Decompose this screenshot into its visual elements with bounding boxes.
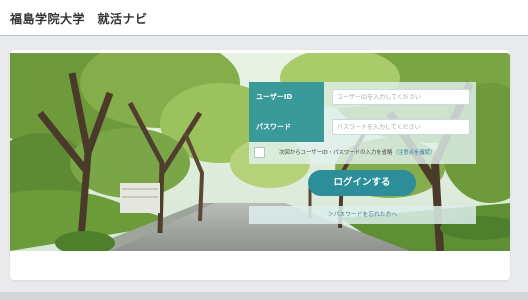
userid-label: ユーザーID: [249, 82, 324, 112]
footer-strip: [0, 292, 528, 300]
userid-row: ユーザーID: [249, 82, 476, 112]
remember-label: 次回からユーザーID・パスワードの入力を省略（注意点を確認）: [279, 148, 436, 156]
forgot-password-link[interactable]: ＞パスワードを忘れた方へ: [249, 206, 476, 224]
password-input[interactable]: [332, 119, 470, 135]
remember-row: 次回からユーザーID・パスワードの入力を省略（注意点を確認）: [249, 142, 476, 164]
remember-notes-link[interactable]: （注意点を確認）: [392, 150, 435, 156]
password-label: パスワード: [249, 112, 324, 142]
password-row: パスワード: [249, 112, 476, 142]
login-form: ユーザーID パスワード 次回からユーザーID・パスワードの入力を省略（注意点を…: [249, 82, 476, 227]
app-header: 福島学院大学 就活ナビ: [0, 0, 528, 36]
userid-input[interactable]: [332, 89, 470, 105]
login-button[interactable]: ログインする: [308, 170, 416, 196]
site-title: 福島学院大学 就活ナビ: [10, 12, 148, 26]
remember-checkbox[interactable]: [254, 147, 265, 158]
remember-text: 次回からユーザーID・パスワードの入力を省略: [279, 150, 393, 156]
